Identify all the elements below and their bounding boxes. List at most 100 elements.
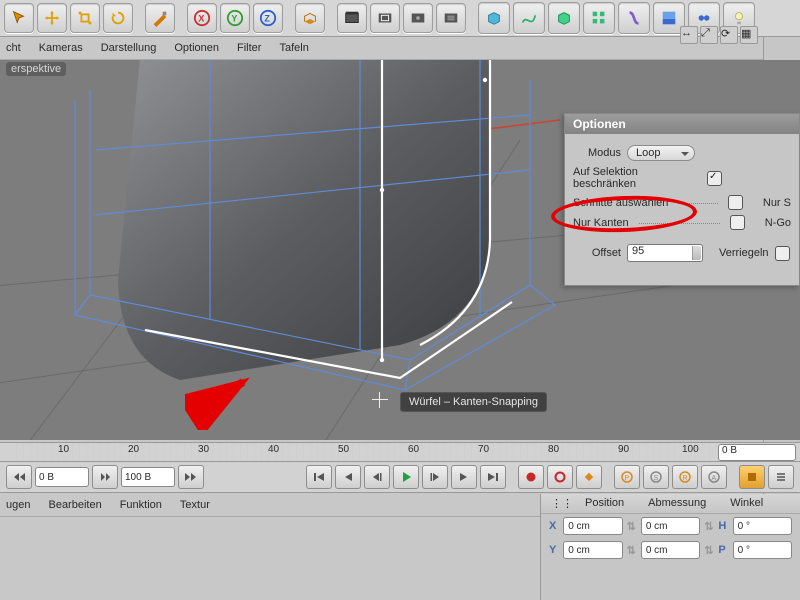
snap-tooltip: Würfel – Kanten-Snapping: [400, 392, 547, 412]
last-tool[interactable]: [145, 3, 175, 33]
key-pos-button[interactable]: P: [614, 465, 640, 489]
modus-dropdown[interactable]: Loop: [627, 145, 695, 161]
menu-item[interactable]: Tafeln: [279, 42, 308, 54]
menu-item[interactable]: cht: [6, 42, 21, 54]
play-button[interactable]: [393, 465, 419, 489]
timeline-ruler[interactable]: 10 20 30 40 50 60 70 80 90 100 0 B: [0, 442, 800, 462]
svg-text:A: A: [712, 475, 717, 482]
frame-end-field[interactable]: 0 B: [718, 444, 796, 461]
frame-a-field[interactable]: 0 B: [35, 467, 89, 487]
next-key-button[interactable]: [451, 465, 477, 489]
tick: 60: [408, 444, 419, 455]
ang-p-field[interactable]: 0 °: [733, 541, 792, 559]
range-nudge-button[interactable]: [92, 465, 118, 489]
restrict-checkbox[interactable]: [707, 171, 722, 186]
edges-checkbox[interactable]: [730, 215, 745, 230]
restrict-label: Auf Selektion beschränken: [573, 166, 701, 190]
cuts-label: Schnitte auswählen: [573, 197, 668, 209]
axis-z-button[interactable]: Z: [253, 3, 283, 33]
menu-item[interactable]: Filter: [237, 42, 261, 54]
nav-icon[interactable]: ↔: [680, 26, 698, 44]
col-header: Winkel: [730, 497, 763, 510]
size-x-field[interactable]: 0 cm: [641, 517, 700, 535]
render-view-button[interactable]: [337, 3, 367, 33]
menu-item[interactable]: Kameras: [39, 42, 83, 54]
lock-checkbox[interactable]: [775, 246, 790, 261]
render-settings-button[interactable]: [403, 3, 433, 33]
coord-row-x: X 0 cm ⇅ 0 cm ⇅ H 0 °: [541, 514, 800, 538]
spinner-icon[interactable]: [692, 246, 701, 260]
key-param-button[interactable]: A: [701, 465, 727, 489]
move-tool[interactable]: [37, 3, 67, 33]
goto-end-button[interactable]: [480, 465, 506, 489]
array-button[interactable]: [583, 2, 615, 34]
cuts-checkbox[interactable]: [728, 195, 743, 210]
next-frame-button[interactable]: [422, 465, 448, 489]
viewport-nav-icons: ↔ ⤢ ⟳ ▦: [680, 26, 758, 44]
tick: 30: [198, 444, 209, 455]
range-end-button[interactable]: [178, 465, 204, 489]
keyframe-button[interactable]: [576, 465, 602, 489]
render-queue-button[interactable]: [436, 3, 466, 33]
ang-h-field[interactable]: 0 °: [733, 517, 792, 535]
nav-icon[interactable]: ▦: [740, 26, 758, 44]
lock-label: Verriegeln: [719, 247, 769, 259]
scale-tool[interactable]: [70, 3, 100, 33]
tick: 80: [548, 444, 559, 455]
side-label: Nur S: [763, 197, 791, 209]
menu-item[interactable]: Darstellung: [101, 42, 157, 54]
svg-text:R: R: [683, 475, 688, 482]
axis-x-button[interactable]: X: [187, 3, 217, 33]
key-rot-button[interactable]: R: [672, 465, 698, 489]
nav-icon[interactable]: ⟳: [720, 26, 738, 44]
col-header: Position: [585, 497, 624, 510]
menu-item[interactable]: ugen: [6, 499, 30, 511]
col-header: Abmessung: [648, 497, 706, 510]
menu-item[interactable]: Funktion: [120, 499, 162, 511]
key-scl-button[interactable]: S: [643, 465, 669, 489]
rotate-tool[interactable]: [103, 3, 133, 33]
pos-x-field[interactable]: 0 cm: [563, 517, 622, 535]
select-tool[interactable]: [4, 3, 34, 33]
offset-label: Offset: [573, 247, 621, 259]
svg-text:P: P: [625, 475, 630, 482]
deformer-button[interactable]: [618, 2, 650, 34]
svg-text:Z: Z: [264, 14, 270, 24]
render-region-button[interactable]: [370, 3, 400, 33]
menu-item[interactable]: Textur: [180, 499, 210, 511]
edges-label: Nur Kanten: [573, 217, 629, 229]
menu-item[interactable]: Optionen: [174, 42, 219, 54]
record-button[interactable]: [518, 465, 544, 489]
side-label: N-Go: [765, 217, 791, 229]
tick: 90: [618, 444, 629, 455]
svg-text:Y: Y: [231, 14, 237, 24]
timeline-marker-button[interactable]: [739, 465, 765, 489]
coord-system-button[interactable]: [295, 3, 325, 33]
menu-item[interactable]: Bearbeiten: [48, 499, 101, 511]
nurbs-button[interactable]: [548, 2, 580, 34]
coordinates-panel: ⋮⋮ Position Abmessung Winkel X 0 cm ⇅ 0 …: [540, 494, 800, 600]
tick: 100: [682, 444, 699, 455]
cursor-crosshair-icon: [372, 392, 388, 408]
prev-key-button[interactable]: [335, 465, 361, 489]
size-y-field[interactable]: 0 cm: [641, 541, 700, 559]
spline-button[interactable]: [513, 2, 545, 34]
main-toolbar: X Y Z ↔ ⤢ ⟳ ▦: [0, 0, 800, 37]
range-start-button[interactable]: [6, 465, 32, 489]
axis-y-button[interactable]: Y: [220, 3, 250, 33]
modus-label: Modus: [573, 147, 621, 159]
autokey-button[interactable]: [547, 465, 573, 489]
tick: 10: [58, 444, 69, 455]
tick: 70: [478, 444, 489, 455]
tick: 20: [128, 444, 139, 455]
frame-b-field[interactable]: 100 B: [121, 467, 175, 487]
panel-title: Optionen: [565, 114, 799, 134]
prev-frame-button[interactable]: [364, 465, 390, 489]
nav-icon[interactable]: ⤢: [700, 26, 718, 44]
pos-y-field[interactable]: 0 cm: [563, 541, 622, 559]
svg-text:X: X: [198, 14, 204, 24]
timeline-options-button[interactable]: [768, 465, 794, 489]
primitive-button[interactable]: [478, 2, 510, 34]
offset-input[interactable]: 95: [627, 244, 703, 262]
goto-start-button[interactable]: [306, 465, 332, 489]
